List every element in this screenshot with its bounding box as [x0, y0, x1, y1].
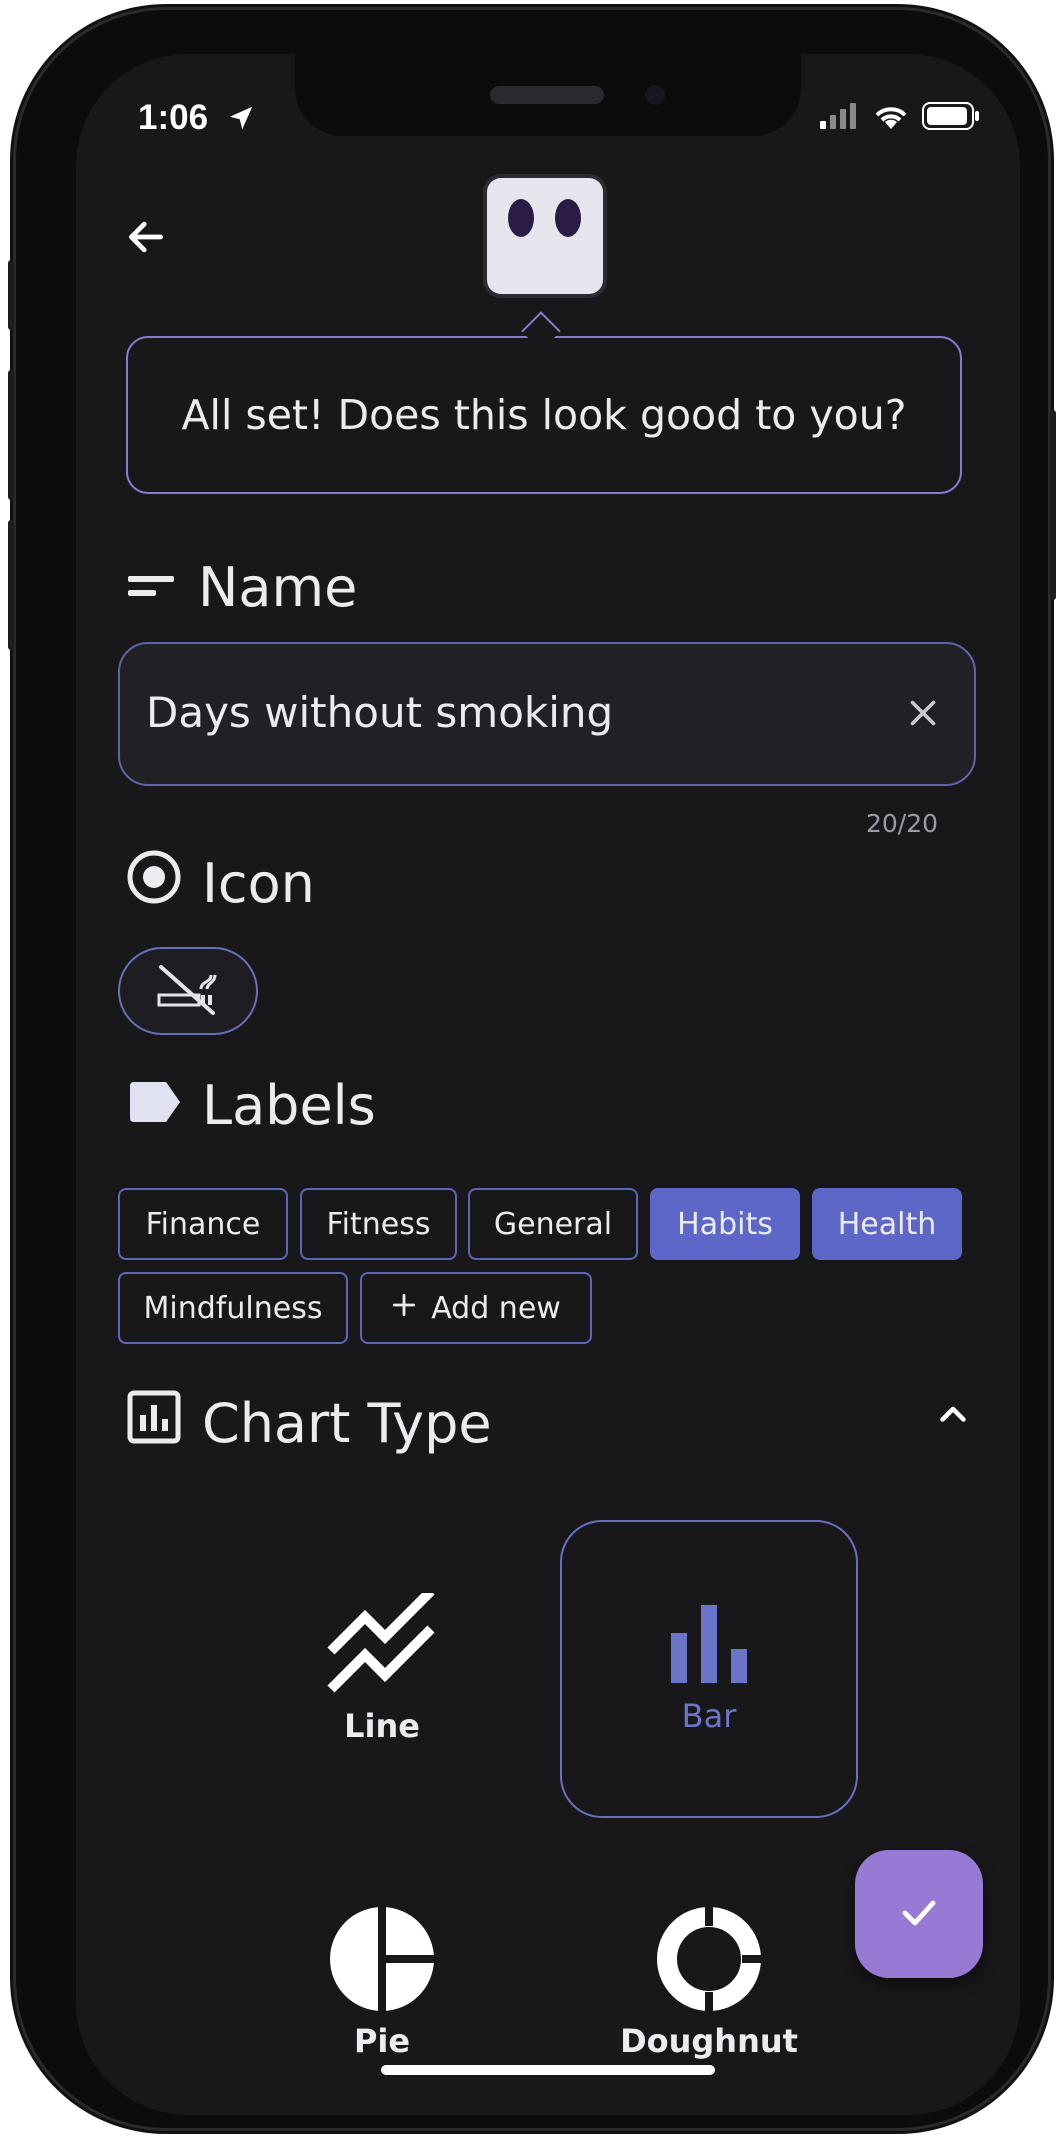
short-text-icon: [126, 556, 178, 619]
label-chip-text: Mindfulness: [143, 1290, 323, 1326]
assistant-message: All set! Does this look good to you?: [181, 391, 907, 439]
close-icon: [905, 695, 941, 735]
chart-option-label: Line: [344, 1707, 420, 1745]
icon-section-title: Icon: [202, 852, 315, 915]
plus-icon: [391, 1291, 417, 1326]
name-section-title: Name: [198, 556, 358, 619]
mascot-avatar: [487, 178, 603, 294]
back-button[interactable]: [116, 209, 176, 269]
chart-option-label: Doughnut: [620, 2022, 798, 2060]
label-chip-general[interactable]: General: [468, 1188, 638, 1260]
bar-chart-icon: [669, 1603, 749, 1687]
selected-icon-chip[interactable]: [118, 947, 258, 1035]
home-indicator[interactable]: [381, 2065, 715, 2075]
chart-option-bar[interactable]: Bar: [560, 1520, 858, 1818]
label-chip-text: Health: [837, 1206, 937, 1242]
cellular-signal-icon: [820, 103, 860, 133]
label-chip-text: General: [493, 1206, 613, 1242]
labels-section-title: Labels: [202, 1074, 376, 1137]
label-chip-text: Fitness: [326, 1206, 431, 1242]
label-chip-health[interactable]: Health: [812, 1188, 962, 1260]
label-chip-mindfulness[interactable]: Mindfulness: [118, 1272, 348, 1344]
label-chip-text: Habits: [677, 1206, 773, 1242]
app-screen: 1:06 All set! Does this look good to you…: [76, 54, 1020, 2115]
mascot-left-eye: [508, 199, 534, 237]
volume-down-button: [8, 520, 14, 650]
chart-option-label: Bar: [681, 1697, 737, 1735]
label-chip-fitness[interactable]: Fitness: [300, 1188, 457, 1260]
name-section-header: Name: [126, 556, 357, 619]
line-chart-icon: [327, 1587, 437, 1697]
status-time: 1:06: [138, 98, 209, 137]
collapse-chart-type-button[interactable]: [928, 1392, 978, 1442]
bar-chart-box-icon: [126, 1389, 182, 1458]
pie-chart-icon: [327, 1904, 438, 2018]
doughnut-chart-icon: [654, 1904, 764, 2018]
add-new-label-text: Add new: [431, 1290, 561, 1326]
speaker-grille: [490, 86, 604, 104]
chart-option-label: Pie: [353, 2022, 411, 2060]
chevron-up-icon: [935, 1397, 971, 1437]
battery-icon: [922, 102, 980, 134]
assistant-speech-bubble: All set! Does this look good to you?: [126, 336, 962, 494]
icon-section-header: Icon: [126, 849, 315, 918]
label-tag-icon: [126, 1074, 182, 1137]
label-chip-finance[interactable]: Finance: [118, 1188, 288, 1260]
no-smoking-icon: [153, 961, 223, 1021]
labels-section-header: Labels: [126, 1074, 376, 1137]
mascot-right-eye: [555, 199, 581, 237]
volume-up-button: [8, 370, 14, 500]
location-arrow-icon: [226, 103, 256, 137]
power-button: [1050, 410, 1056, 600]
confirm-fab[interactable]: [855, 1850, 983, 1978]
arrow-left-icon: [124, 215, 168, 263]
chart-type-section-header: Chart Type: [126, 1389, 492, 1458]
wifi-icon: [872, 102, 910, 134]
add-new-label-button[interactable]: Add new: [360, 1272, 592, 1344]
label-chip-habits[interactable]: Habits: [650, 1188, 800, 1260]
chart-option-line[interactable]: Line: [233, 1520, 531, 1818]
mute-switch: [8, 260, 14, 330]
clear-name-button[interactable]: [896, 688, 950, 742]
phone-frame: 1:06 All set! Does this look good to you…: [8, 10, 1056, 2128]
name-input[interactable]: [146, 688, 866, 737]
checkmark-icon: [895, 1888, 943, 1940]
radio-button-checked-icon: [126, 849, 182, 918]
front-camera: [645, 85, 665, 105]
chart-type-section-title: Chart Type: [202, 1392, 492, 1455]
status-icons: [820, 102, 980, 134]
name-field[interactable]: [118, 642, 976, 786]
label-chip-text: Finance: [145, 1206, 261, 1242]
character-counter: 20/20: [866, 809, 939, 838]
